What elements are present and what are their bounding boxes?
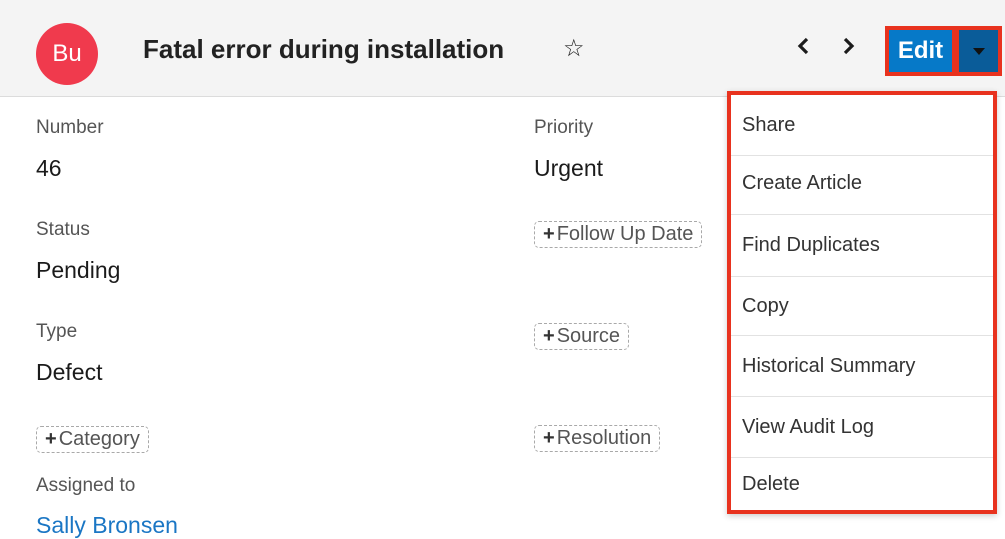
- assigned-to-link[interactable]: Sally Bronsen: [36, 512, 178, 539]
- avatar-initials: Bu: [52, 40, 82, 67]
- record-header: Bu Fatal error during installation ☆ Edi…: [0, 0, 1005, 97]
- record-avatar: Bu: [36, 23, 98, 85]
- assigned-to-label: Assigned to: [36, 475, 136, 496]
- menu-item-delete[interactable]: Delete: [731, 458, 993, 510]
- menu-item-copy[interactable]: Copy: [731, 277, 993, 336]
- add-follow-up-date-button[interactable]: + Follow Up Date: [534, 221, 703, 248]
- record-title: Fatal error during installation: [143, 34, 505, 64]
- actions-dropdown-button[interactable]: [955, 26, 1002, 76]
- number-label: Number: [36, 117, 104, 138]
- menu-item-find-duplicates[interactable]: Find Duplicates: [731, 215, 993, 277]
- menu-item-view-audit-log[interactable]: View Audit Log: [731, 397, 993, 458]
- add-follow-up-date-label: Follow Up Date: [556, 223, 694, 245]
- add-resolution-button[interactable]: + Resolution: [534, 425, 661, 452]
- add-category-label: Category: [58, 428, 140, 450]
- priority-label: Priority: [534, 117, 594, 138]
- edit-button[interactable]: Edit: [885, 26, 956, 76]
- add-source-label: Source: [556, 325, 621, 347]
- caret-down-icon: [972, 47, 985, 55]
- status-label: Status: [36, 219, 90, 240]
- previous-record-icon[interactable]: [796, 36, 812, 62]
- status-value: Pending: [36, 257, 121, 283]
- next-record-icon[interactable]: [840, 36, 856, 62]
- plus-icon: +: [543, 223, 555, 245]
- plus-icon: +: [543, 325, 555, 347]
- add-resolution-label: Resolution: [556, 427, 652, 449]
- menu-item-share[interactable]: Share: [731, 95, 993, 156]
- plus-icon: +: [45, 428, 57, 450]
- actions-dropdown-menu: Share Create Article Find Duplicates Cop…: [727, 91, 997, 514]
- type-value: Defect: [36, 359, 103, 385]
- number-value: 46: [36, 155, 62, 181]
- menu-item-create-article[interactable]: Create Article: [731, 153, 993, 215]
- menu-item-historical-summary[interactable]: Historical Summary: [731, 336, 993, 397]
- favorite-star-icon[interactable]: ☆: [563, 34, 585, 63]
- plus-icon: +: [543, 427, 555, 449]
- add-source-button[interactable]: + Source: [534, 323, 630, 350]
- type-label: Type: [36, 321, 78, 342]
- priority-value: Urgent: [534, 155, 604, 181]
- add-category-button[interactable]: + Category: [36, 426, 149, 453]
